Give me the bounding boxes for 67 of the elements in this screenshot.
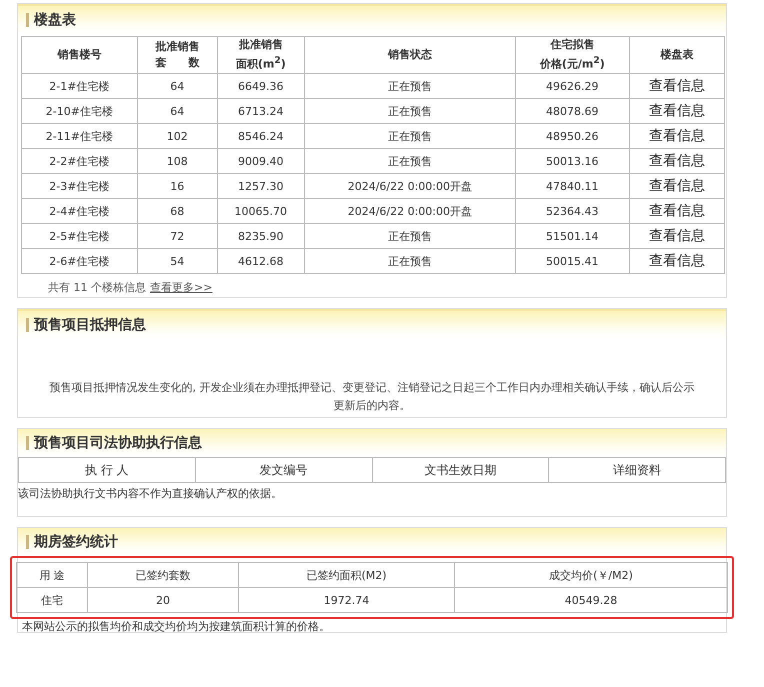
table-cell: 6649.36	[217, 74, 304, 98]
table-cell: 51501.14	[515, 224, 630, 248]
table-cell: 2024/6/22 0:00:00开盘	[304, 198, 516, 224]
table-cell: 64	[137, 74, 218, 98]
column-header: 已签约面积(M2)	[238, 562, 454, 588]
table-cell: 72	[137, 224, 218, 248]
table-cell: 50015.41	[515, 248, 630, 274]
table-cell: 48950.26	[515, 124, 630, 148]
summary-text: 共有 11 个楼栋信息	[48, 280, 146, 295]
table-cell: 48078.69	[515, 98, 630, 124]
table-cell: 正在预售	[304, 124, 516, 148]
column-header: 详细资料	[548, 458, 726, 482]
section-title: 预售项目司法协助执行信息	[34, 434, 202, 452]
table-cell: 1257.30	[217, 174, 304, 198]
table-cell: 1972.74	[238, 588, 454, 612]
table-cell: 正在预售	[304, 98, 516, 124]
section-title: 预售项目抵押信息	[34, 316, 146, 334]
table-cell: 2-6#住宅楼	[22, 248, 138, 274]
table-cell: 6713.24	[217, 98, 304, 124]
table-cell: 2024/6/22 0:00:00开盘	[304, 174, 516, 198]
table-cell: 正在预售	[304, 224, 516, 248]
table-cell: 正在预售	[304, 248, 516, 274]
table-cell: 8546.24	[217, 124, 304, 148]
column-header: 文书生效日期	[372, 458, 549, 482]
notice-text: 预售项目抵押情况发生变化的, 开发企业须在办理抵押登记、变更登记、注销登记之日起三个工作日内办理相关确认手续，确认后公示更新后的内容。	[48, 380, 696, 414]
table-cell: 2-11#住宅楼	[22, 124, 138, 148]
table-cell: 47840.11	[515, 174, 630, 198]
column-header: 批准销售套 数	[137, 36, 218, 74]
column-header: 已签约套数	[88, 562, 238, 588]
table-cell: 68	[137, 198, 218, 224]
column-header: 用 途	[16, 562, 88, 588]
column-header: 成交均价(￥/M2)	[454, 562, 728, 588]
table-cell: 40549.28	[454, 588, 728, 612]
table-cell: 16	[137, 174, 218, 198]
column-header: 执 行 人	[18, 458, 196, 482]
table-cell: 4612.68	[217, 248, 304, 274]
column-header: 销售楼号	[22, 36, 138, 74]
table-cell: 64	[137, 98, 218, 124]
table-cell: 2-3#住宅楼	[22, 174, 138, 198]
table-cell: 2-1#住宅楼	[22, 74, 138, 98]
table-cell: 正在预售	[304, 148, 516, 174]
column-header: 批准销售面积(m$^{2}$)	[217, 36, 304, 74]
table-cell: 正在预售	[304, 74, 516, 98]
table-cell: 54	[137, 248, 218, 274]
table-cell: 10065.70	[217, 198, 304, 224]
table-cell: 2-4#住宅楼	[22, 198, 138, 224]
column-header: 销售状态	[304, 36, 516, 74]
table-cell: 49626.29	[515, 74, 630, 98]
table-cell: 2-5#住宅楼	[22, 224, 138, 248]
table-cell: 108	[137, 148, 218, 174]
table-cell: 102	[137, 124, 218, 148]
section-title: 期房签约统计	[34, 533, 118, 551]
table-cell: 50013.16	[515, 148, 630, 174]
more-link[interactable]: 查看更多>>	[150, 280, 212, 295]
table-cell: 20	[88, 588, 238, 612]
notice-text: 本网站公示的拟售均价和成交均价均为按建筑面积计算的价格。	[22, 619, 331, 635]
table-cell: 52364.43	[515, 198, 630, 224]
table-cell: 2-10#住宅楼	[22, 98, 138, 124]
table-cell: 2-2#住宅楼	[22, 148, 138, 174]
column-header: 住宅拟售价格(元/m$^{2}$)	[515, 36, 630, 74]
notice-text: 该司法协助执行文书内容不作为直接确认产权的依据。	[18, 486, 283, 502]
table-cell: 8235.90	[217, 224, 304, 248]
section-title: 楼盘表	[34, 11, 76, 29]
table-cell: 9009.40	[217, 148, 304, 174]
column-header: 楼盘表	[629, 36, 724, 74]
table-cell: 住宅	[16, 588, 88, 612]
column-header: 发文编号	[195, 458, 372, 482]
